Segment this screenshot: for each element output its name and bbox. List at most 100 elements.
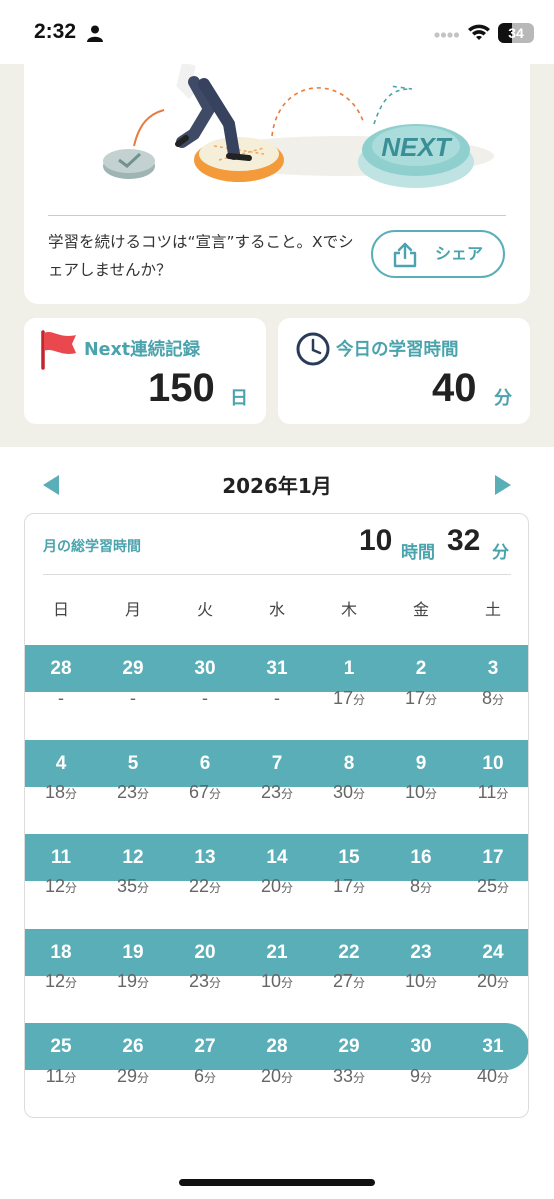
monthly-total-minutes: 32 [447, 524, 481, 557]
day-number[interactable]: 15 [313, 834, 385, 881]
day-number[interactable]: 12 [97, 834, 169, 881]
day-study-minutes: 67分 [169, 782, 241, 803]
day-number[interactable]: 7 [241, 740, 313, 787]
day-number[interactable]: 19 [97, 929, 169, 976]
day-study-minutes: 20分 [457, 971, 528, 992]
day-number[interactable]: 1 [313, 645, 385, 692]
day-number[interactable]: 31 [241, 645, 313, 692]
day-study-minutes: 10分 [241, 971, 313, 992]
minutes-value: 9 [409, 1066, 420, 1086]
day-number[interactable]: 30 [169, 645, 241, 692]
day-study-minutes: 35分 [97, 876, 169, 897]
share-button[interactable]: シェア [371, 230, 505, 278]
day-study-minutes: - [169, 688, 241, 709]
day-number[interactable]: 28 [25, 645, 97, 692]
day-study-minutes: - [97, 688, 169, 709]
day-study-minutes: 12分 [25, 971, 97, 992]
minutes-value: 11 [45, 1066, 65, 1086]
day-study-minutes: 33分 [313, 1066, 385, 1087]
battery-icon: 34 [498, 23, 534, 43]
streak-unit: 日 [230, 388, 248, 409]
hours-unit: 時間 [401, 543, 435, 563]
streak-card: Next連続記録 150 日 [24, 318, 266, 424]
minutes-value: 6 [193, 1066, 204, 1086]
signal-icon [434, 32, 460, 38]
day-number[interactable]: 26 [97, 1023, 169, 1070]
minutes-unit: 分 [65, 787, 78, 801]
calendar-card: 月の総学習時間 10 時間 32 分 日月火水木金土 28-29-30-31-1 1… [24, 513, 529, 1118]
day-number[interactable]: 11 [25, 834, 97, 881]
day-number[interactable]: 8 [313, 740, 385, 787]
day-number[interactable]: 29 [313, 1023, 385, 1070]
minutes-value: 17 [332, 876, 353, 896]
day-number[interactable]: 29 [97, 645, 169, 692]
share-card: NEXT 学習を続けるコツは“宣言”すること。Xでシェアしませんか？ シェア [24, 64, 530, 304]
day-number[interactable]: 28 [241, 1023, 313, 1070]
home-indicator [179, 1179, 375, 1186]
day-study-minutes: 6分 [169, 1066, 241, 1087]
minutes-unit: 分 [65, 976, 78, 990]
minutes-unit: 分 [353, 787, 366, 801]
day-number[interactable]: 2 [385, 645, 457, 692]
day-number[interactable]: 30 [385, 1023, 457, 1070]
minutes-value: - [58, 688, 64, 708]
day-number[interactable]: 25 [25, 1023, 97, 1070]
minutes-value: 33 [332, 1066, 353, 1086]
minutes-value: 25 [476, 876, 497, 896]
flag-icon [41, 330, 76, 370]
day-study-minutes: 23分 [241, 782, 313, 803]
day-number[interactable]: 23 [385, 929, 457, 976]
month-navigation: 2026年1月 [0, 462, 554, 508]
day-study-minutes: 27分 [313, 971, 385, 992]
today-title: 今日の学習時間 [336, 340, 459, 360]
day-number[interactable]: 24 [457, 929, 528, 976]
minutes-unit: 分 [492, 543, 509, 563]
day-number[interactable]: 10 [457, 740, 528, 787]
minutes-unit: 分 [209, 787, 222, 801]
minutes-value: 23 [260, 782, 281, 802]
weekday-label: 月 [124, 600, 141, 619]
day-study-minutes: 19分 [97, 971, 169, 992]
minutes-value: 23 [116, 782, 137, 802]
minutes-value: 40 [476, 1066, 497, 1086]
day-study-minutes: 23分 [169, 971, 241, 992]
day-number[interactable]: 27 [169, 1023, 241, 1070]
day-number[interactable]: 31 [457, 1023, 528, 1070]
wifi-icon [468, 24, 490, 40]
minutes-unit: 分 [353, 976, 366, 990]
day-number[interactable]: 3 [457, 645, 528, 692]
minutes-unit: 分 [420, 1071, 433, 1085]
day-number[interactable]: 20 [169, 929, 241, 976]
minutes-unit: 分 [137, 976, 150, 990]
minutes-value: 12 [44, 876, 65, 896]
weekday-label: 水 [268, 600, 285, 619]
share-button-label: シェア [435, 244, 484, 263]
day-number[interactable]: 21 [241, 929, 313, 976]
minutes-unit: 分 [65, 881, 78, 895]
minutes-value: 27 [332, 971, 353, 991]
day-study-minutes: 9分 [385, 1066, 457, 1087]
day-number[interactable]: 4 [25, 740, 97, 787]
person-icon [87, 25, 103, 42]
minutes-unit: 分 [425, 787, 438, 801]
minutes-unit: 分 [204, 1071, 217, 1085]
day-number[interactable]: 14 [241, 834, 313, 881]
minutes-unit: 分 [496, 787, 509, 801]
day-number[interactable]: 17 [457, 834, 528, 881]
day-number[interactable]: 16 [385, 834, 457, 881]
day-number[interactable]: 18 [25, 929, 97, 976]
minutes-unit: 分 [425, 693, 438, 707]
day-number[interactable]: 9 [385, 740, 457, 787]
day-number[interactable]: 5 [97, 740, 169, 787]
day-number[interactable]: 6 [169, 740, 241, 787]
minutes-value: 10 [260, 971, 281, 991]
next-month-arrow-icon[interactable] [494, 474, 512, 496]
day-number[interactable]: 13 [169, 834, 241, 881]
minutes-value: 29 [116, 1066, 137, 1086]
monthly-total-hours: 10 [359, 524, 393, 557]
day-number[interactable]: 22 [313, 929, 385, 976]
day-study-minutes: 8分 [385, 876, 457, 897]
minutes-unit: 分 [137, 1071, 150, 1085]
weekday-label: 木 [340, 600, 357, 619]
minutes-unit: 分 [281, 787, 294, 801]
